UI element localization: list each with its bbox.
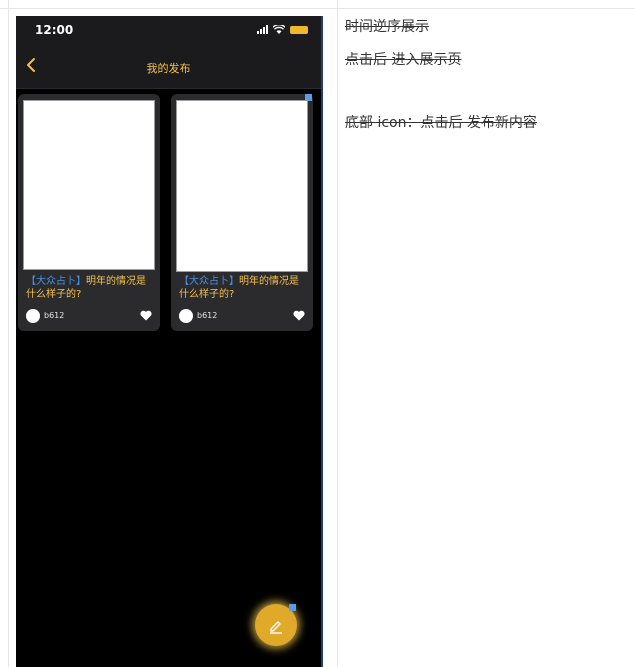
- table-divider-middle: [337, 0, 338, 667]
- avatar[interactable]: [26, 309, 40, 323]
- phone-edge: [321, 16, 323, 667]
- page-title: 我的发布: [146, 62, 191, 75]
- post-thumbnail[interactable]: [176, 100, 308, 272]
- avatar[interactable]: [179, 309, 193, 323]
- status-time: 12:00: [35, 23, 74, 37]
- heart-icon[interactable]: [293, 310, 305, 321]
- post-title[interactable]: 【大众占卜】明年的情况是什么样子的?: [179, 275, 307, 301]
- note-item: 时间逆序展示: [345, 19, 429, 35]
- status-bar: 12:00: [16, 16, 321, 46]
- phone-screen: 12:00 我的发布 【大众占卜】明年的情况是什么样子的? b612 【大众占卜…: [16, 16, 321, 667]
- heart-icon[interactable]: [140, 310, 152, 321]
- nav-bar: 我的发布: [16, 46, 321, 89]
- post-tag: 【大众占卜】: [179, 276, 239, 287]
- post-tag: 【大众占卜】: [26, 276, 86, 287]
- username: b612: [44, 311, 65, 320]
- note-item: 底部 icon：点击后 发布新内容: [345, 115, 537, 131]
- post-card[interactable]: 【大众占卜】明年的情况是什么样子的? b612: [18, 94, 160, 331]
- table-border-top: [0, 0, 635, 9]
- note-item: 点击后 进入展示页: [345, 52, 462, 68]
- ad-badge-icon: [289, 604, 296, 611]
- wifi-icon: [273, 25, 285, 34]
- username: b612: [197, 311, 218, 320]
- signal-icon: [257, 25, 268, 34]
- table-divider-left: [8, 0, 9, 667]
- edit-icon: [270, 621, 282, 634]
- post-card[interactable]: 【大众占卜】明年的情况是什么样子的? b612: [171, 94, 313, 331]
- battery-icon: [290, 25, 308, 34]
- post-thumbnail[interactable]: [23, 100, 155, 270]
- status-icons: [257, 25, 308, 34]
- post-title[interactable]: 【大众占卜】明年的情况是什么样子的?: [26, 275, 154, 301]
